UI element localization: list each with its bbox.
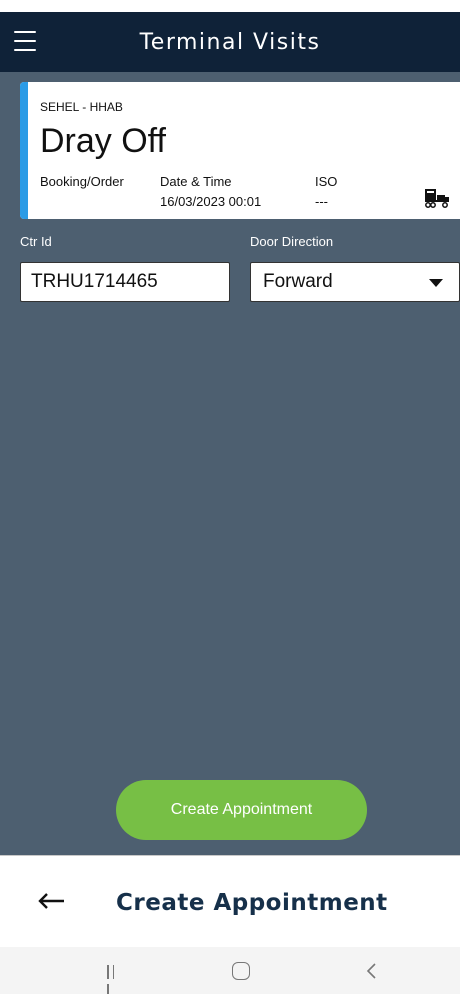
nav-back-icon[interactable] — [364, 961, 378, 981]
truck-icon — [425, 189, 449, 208]
back-arrow-icon[interactable] — [38, 892, 66, 910]
card-accent-bar — [20, 82, 28, 219]
main-content: SEHEL - HHAB Dray Off Booking/Order Date… — [0, 72, 460, 855]
booking-label: Booking/Order — [40, 174, 124, 189]
hamburger-menu-icon[interactable] — [14, 31, 36, 51]
footer-title: Create Appointment — [116, 890, 388, 916]
visit-type: Dray Off — [40, 122, 166, 160]
terminal-name: SEHEL - HHAB — [40, 100, 123, 114]
ctr-id-input[interactable]: TRHU1714465 — [20, 262, 230, 302]
dropdown-arrow-icon — [429, 279, 443, 287]
system-nav-bar — [0, 947, 460, 994]
recents-icon[interactable] — [107, 965, 123, 994]
iso-label: ISO — [315, 174, 338, 189]
home-icon[interactable] — [232, 962, 250, 980]
ctr-id-value: TRHU1714465 — [31, 271, 158, 292]
datetime-label: Date & Time — [160, 174, 232, 189]
ctr-id-label: Ctr Id — [20, 234, 52, 249]
visit-card[interactable]: SEHEL - HHAB Dray Off Booking/Order Date… — [20, 82, 460, 219]
datetime-value: 16/03/2023 00:01 — [160, 194, 262, 209]
create-appointment-button[interactable]: Create Appointment — [116, 780, 367, 840]
app-header: Terminal Visits — [0, 12, 460, 72]
door-direction-value: Forward — [263, 271, 333, 292]
page-title: Terminal Visits — [139, 29, 321, 55]
bottom-action-bar: Create Appointment — [0, 855, 460, 947]
iso-value: --- — [315, 194, 328, 209]
door-direction-select[interactable]: Forward — [250, 262, 460, 302]
door-direction-label: Door Direction — [250, 234, 334, 249]
